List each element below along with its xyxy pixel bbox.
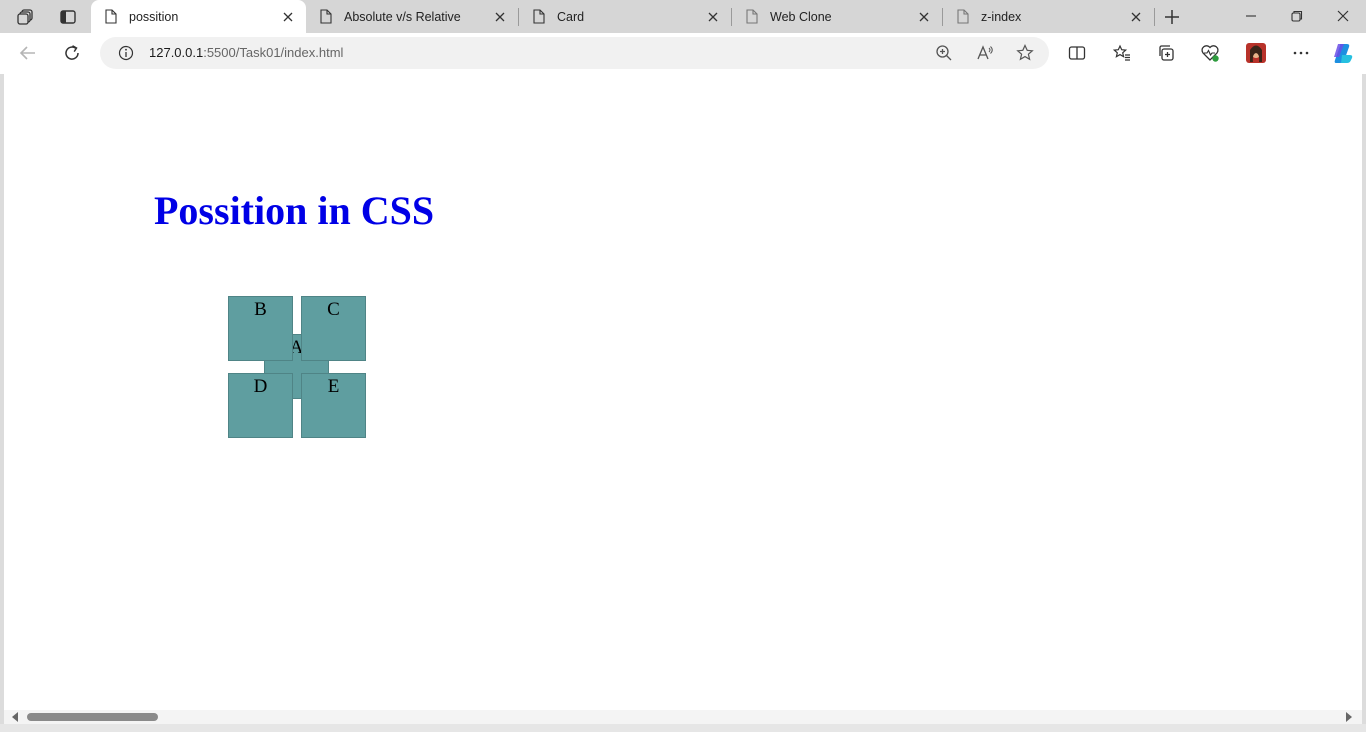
tab-title: z-index [981,9,1022,24]
tab-actions-icon[interactable] [57,6,79,28]
box-e-label: E [327,376,340,397]
page-icon [320,9,332,24]
close-icon[interactable] [1320,0,1366,32]
scroll-left-icon[interactable] [10,712,20,722]
star-icon[interactable] [1013,41,1037,65]
info-icon[interactable] [114,41,138,65]
url-host: 127.0.0.1 [149,45,204,60]
tab-possition[interactable]: possition [91,0,306,33]
tab-web-clone[interactable]: Web Clone [732,0,942,33]
tab-z-index[interactable]: z-index [943,0,1154,33]
box-c: C [301,296,366,361]
page-viewport: Possition in CSS A B C D E [4,74,1362,710]
toolbar: 127.0.0.1:5500/Task01/index.html [0,33,1366,74]
more-icon[interactable] [1289,41,1313,65]
scroll-right-icon[interactable] [1344,712,1354,722]
back-arrow-icon[interactable] [16,41,40,65]
box-b: B [228,296,293,361]
read-aloud-icon[interactable] [973,41,997,65]
horizontal-scrollbar[interactable] [4,710,1362,724]
bottom-edge [0,724,1366,732]
box-b-label: B [254,299,267,320]
page-icon [746,9,758,24]
avatar[interactable] [1243,40,1269,66]
tab-strip: possition Absolute v/s Relative Card Web… [0,0,1366,33]
close-tab-icon[interactable] [280,9,296,25]
tab-card[interactable]: Card [519,0,731,33]
scrollbar-thumb[interactable] [27,713,158,721]
close-tab-icon[interactable] [492,9,508,25]
restore-icon[interactable] [1274,0,1320,32]
refresh-icon[interactable] [60,41,84,65]
collections-icon[interactable] [1154,41,1178,65]
box-c-label: C [327,299,340,320]
url-text[interactable]: 127.0.0.1:5500/Task01/index.html [149,45,343,60]
page-title: Possition in CSS [154,188,435,233]
tab-title: Web Clone [770,9,832,24]
zoom-icon[interactable] [932,41,956,65]
tab-title: possition [129,9,179,24]
workspaces-icon[interactable] [15,6,37,28]
close-tab-icon[interactable] [916,9,932,25]
split-screen-icon[interactable] [1065,41,1089,65]
page-icon [957,9,969,24]
browser-window: possition Absolute v/s Relative Card Web… [0,0,1366,732]
tab-title: Absolute v/s Relative [344,9,461,24]
box-d: D [228,373,293,438]
address-bar[interactable]: 127.0.0.1:5500/Task01/index.html [100,37,1049,69]
page-icon [105,9,117,24]
heart-pulse-icon[interactable] [1198,41,1222,65]
tab-title: Card [557,9,585,24]
box-e: E [301,373,366,438]
tab-absolute-vs-relative[interactable]: Absolute v/s Relative [306,0,518,33]
minimize-icon[interactable] [1228,0,1274,32]
page-icon [533,9,545,24]
plus-icon[interactable] [1161,6,1183,28]
tab-separator [1154,8,1155,26]
favorites-icon[interactable] [1110,41,1134,65]
copilot-icon[interactable] [1331,41,1355,65]
box-d-label: D [253,376,268,397]
close-tab-icon[interactable] [1128,9,1144,25]
url-path: :5500/Task01/index.html [203,45,344,60]
close-tab-icon[interactable] [705,9,721,25]
